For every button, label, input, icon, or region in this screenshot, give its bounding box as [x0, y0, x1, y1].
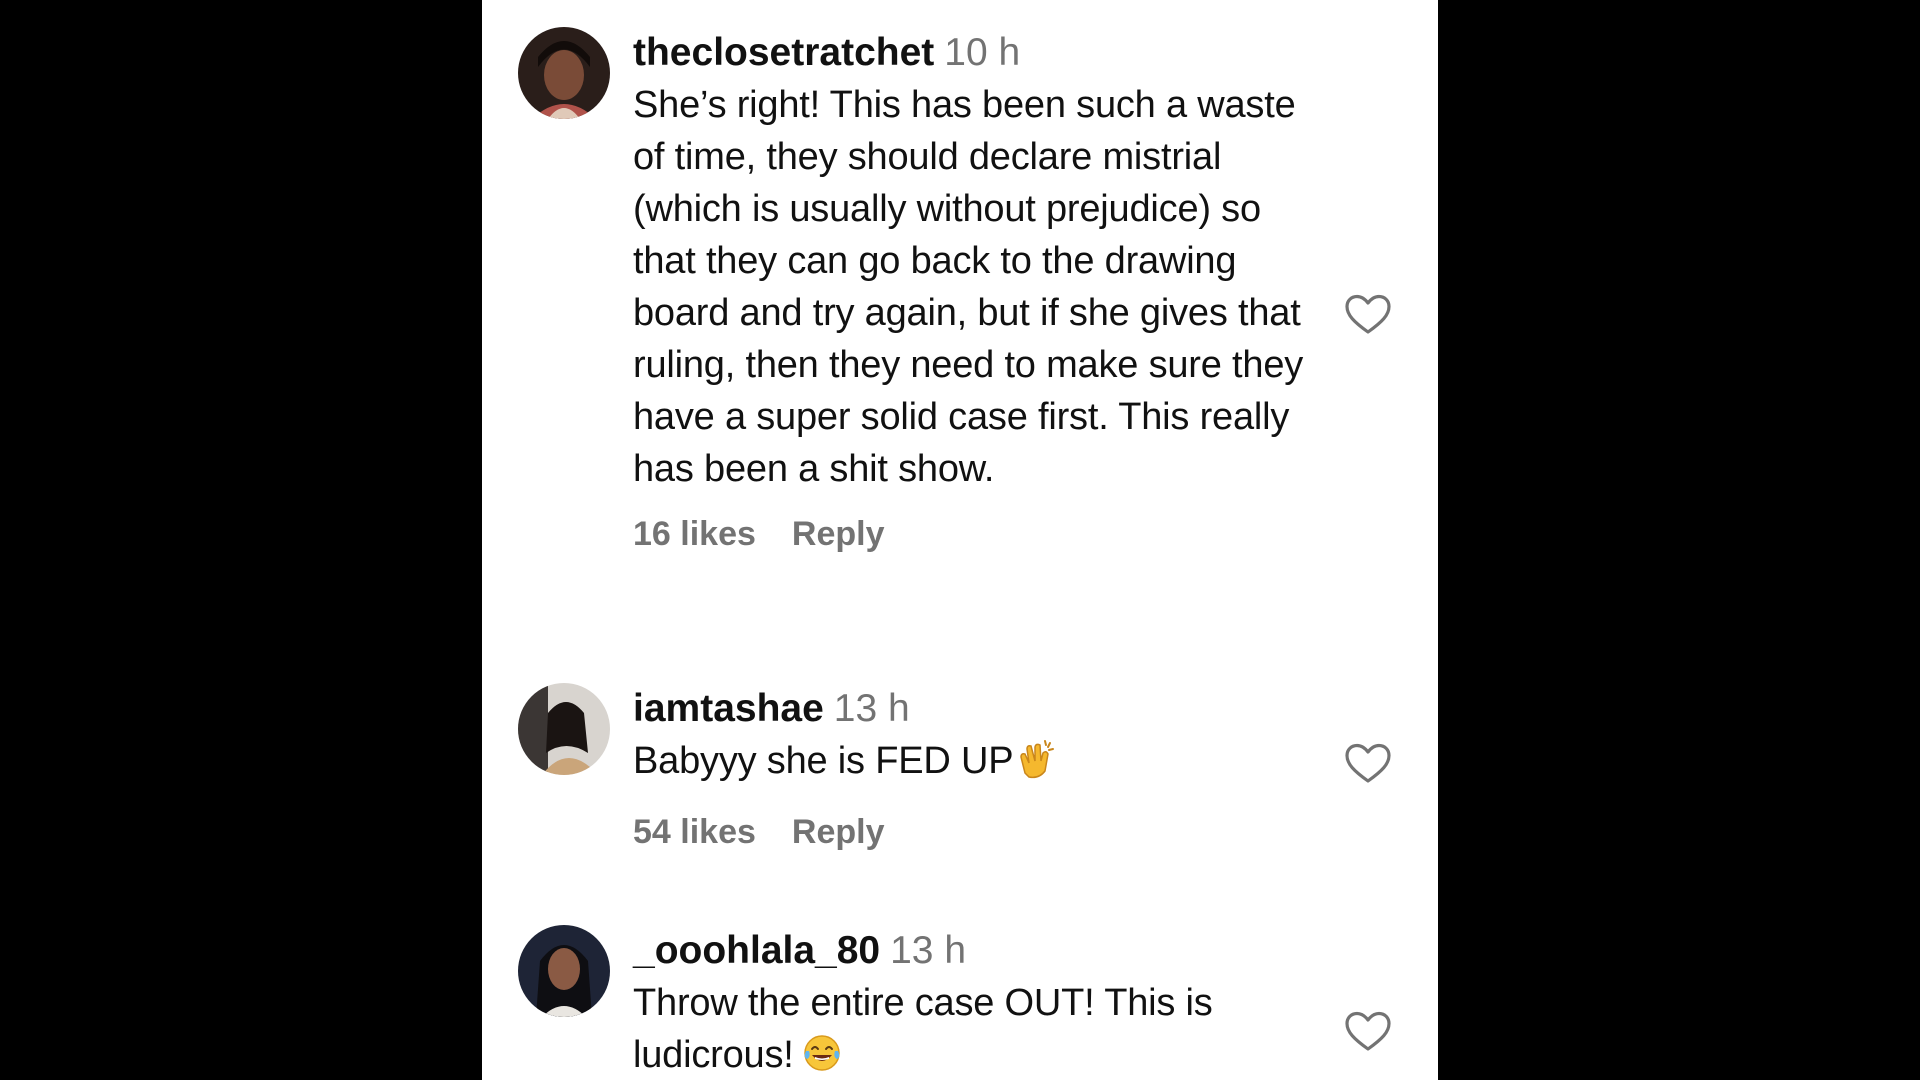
comment-text: Babyyy she is FED UP: [633, 740, 1014, 782]
username[interactable]: iamtashae: [633, 687, 824, 730]
comment-text-line: Babyyy she is FED UP: [633, 735, 1323, 793]
comment-meta: 16 likes Reply: [633, 515, 1323, 554]
username[interactable]: theclosetratchet: [633, 31, 934, 74]
comment-header: iamtashae 13 h: [633, 683, 1323, 735]
heart-outline-icon[interactable]: [1344, 294, 1392, 336]
comment-header: _ooohlala_80 13 h: [633, 925, 1323, 977]
tears-of-joy-emoji: [802, 1033, 842, 1080]
heart-outline-icon[interactable]: [1344, 1011, 1392, 1053]
comment-header: theclosetratchet 10 h: [633, 27, 1323, 79]
avatar[interactable]: [518, 683, 610, 775]
heart-outline-icon[interactable]: [1344, 743, 1392, 785]
avatar[interactable]: [518, 925, 610, 1017]
likes-count[interactable]: 54 likes: [633, 813, 756, 851]
comment-meta: 54 likes Reply: [633, 813, 1323, 852]
comments-panel: theclosetratchet 10 h She’s right! This h…: [482, 0, 1438, 1080]
avatar[interactable]: [518, 27, 610, 119]
likes-count[interactable]: 16 likes: [633, 515, 756, 553]
reply-button[interactable]: Reply: [792, 515, 885, 553]
comment-text-line: Throw the entire case OUT! This is ludic…: [633, 977, 1323, 1080]
comment-text: Throw the entire case OUT! This is ludic…: [633, 982, 1213, 1076]
timestamp: 10 h: [944, 31, 1021, 74]
clapping-hands-emoji: [1015, 739, 1055, 793]
reply-button[interactable]: Reply: [792, 813, 885, 851]
username[interactable]: _ooohlala_80: [633, 929, 880, 972]
comment-text: She’s right! This has been such a waste …: [633, 84, 1304, 490]
timestamp: 13 h: [890, 929, 967, 972]
timestamp: 13 h: [833, 687, 910, 730]
